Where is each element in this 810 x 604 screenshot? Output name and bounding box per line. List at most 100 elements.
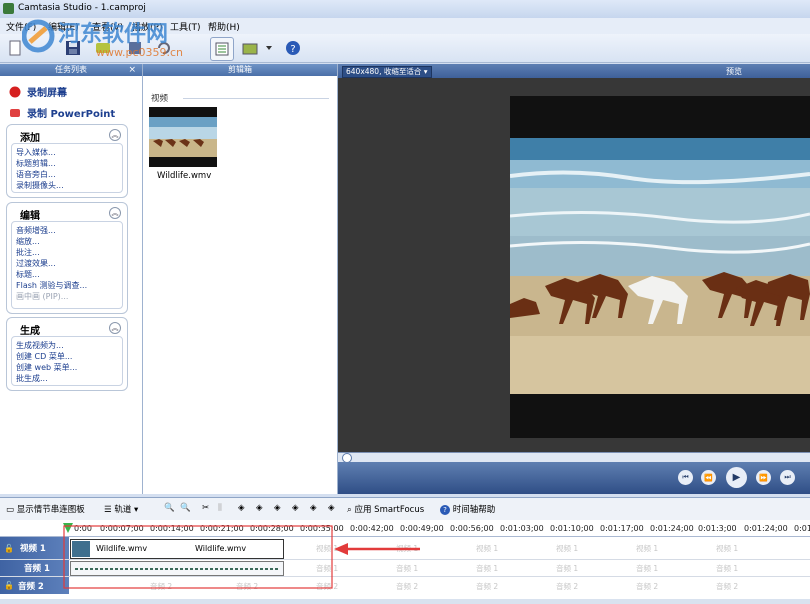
smartfocus-button[interactable]: ⌕ 应用 SmartFocus <box>347 503 424 515</box>
close-icon[interactable]: × <box>128 64 136 76</box>
voice-narration-link[interactable]: 语音旁白... <box>16 169 56 180</box>
menu-view[interactable]: 查看(V) <box>92 20 123 33</box>
storyboard-label: 显示情节串连图板 <box>16 505 85 515</box>
menu-file[interactable]: 文件(F) <box>6 20 36 33</box>
clip-name[interactable]: Wildlife.wmv <box>157 171 211 181</box>
timeline-help-label: 时间轴帮助 <box>452 505 496 515</box>
title-clip-link[interactable]: 标题剪辑... <box>16 158 56 169</box>
tracks-icon: ☰ <box>104 505 112 515</box>
task-list-title: 任务列表 <box>55 65 87 74</box>
section-divider <box>183 98 329 99</box>
callout-effect-icon[interactable]: ◈ <box>292 503 299 513</box>
collapse-icon[interactable]: ︽ <box>109 129 121 141</box>
play-icon[interactable]: ▶ <box>726 467 747 488</box>
zoom-in-icon[interactable]: 🔍 <box>164 503 175 513</box>
chevron-down-icon: ▾ <box>134 505 139 515</box>
record-red-icon <box>9 86 21 97</box>
title-bar: Camtasia Studio - 1.camproj <box>0 0 810 19</box>
clip-bin-title: 剪辑箱 <box>228 65 252 74</box>
task-list-header: 任务列表 × <box>0 64 142 76</box>
record-screen-link[interactable]: 录制屏幕 <box>9 84 67 99</box>
status-bar <box>0 599 810 604</box>
transitions-link[interactable]: 过渡效果... <box>16 258 56 269</box>
storyboard-button[interactable]: ▭ 显示情节串连图板 <box>6 503 85 515</box>
task-list-icon[interactable] <box>210 37 234 61</box>
edit-group-title: 编辑 <box>20 211 40 222</box>
undo-icon[interactable] <box>152 37 174 59</box>
tracks-label: 轨道 <box>114 505 132 515</box>
svg-text:?: ? <box>290 44 295 55</box>
preview-title: 预览 <box>726 67 742 76</box>
chevron-down-icon[interactable] <box>264 37 274 59</box>
zoom-out-icon[interactable]: 🔍 <box>180 503 191 513</box>
collapse-icon[interactable]: ︽ <box>109 207 121 219</box>
zoom-select[interactable]: 640x480, 收缩至适合 ▾ <box>342 66 432 78</box>
create-cd-menu-link[interactable]: 创建 CD 菜单... <box>16 351 72 362</box>
produce-group: 生成 ︽ 生成视频为... 创建 CD 菜单... 创建 web 菜单... 批… <box>6 317 128 391</box>
menu-edit[interactable]: 编辑(E) <box>48 20 79 33</box>
playback-controls: ⏮ ⏪ ▶ ⏩ ⏭ <box>338 462 810 494</box>
collapse-icon[interactable]: ︽ <box>109 322 121 334</box>
import-media-link[interactable]: 导入媒体... <box>16 147 56 158</box>
video-section-label: 视频 <box>151 94 169 104</box>
caption-effect-icon[interactable]: ◈ <box>310 503 317 513</box>
edit-group: 编辑 ︽ 音频增强... 缩放... 批注... 过渡效果... 标题... F… <box>6 202 128 314</box>
skip-end-icon[interactable]: ⏭ <box>780 470 795 485</box>
pip-link: 画中画 (PIP)... <box>16 292 69 301</box>
cut-icon[interactable]: ✂ <box>202 503 209 513</box>
task-list-panel: 任务列表 × 录制屏幕 录制 PowerPoint 添加 ︽ 导入媒体... 标… <box>0 64 143 494</box>
record-camera-link[interactable]: 录制摄像头... <box>16 180 64 191</box>
menu-play[interactable]: 播放(P) <box>132 20 162 33</box>
record-powerpoint-link[interactable]: 录制 PowerPoint <box>9 105 115 120</box>
preview-header: 640x480, 收缩至适合 ▾ 预览 <box>338 64 810 78</box>
help-icon: ? <box>440 505 450 515</box>
wildlife-thumbnail-icon <box>149 117 217 157</box>
timeline-help-button[interactable]: ? 时间轴帮助 <box>440 503 495 515</box>
zoom-link[interactable]: 缩放... <box>16 236 40 247</box>
save-icon[interactable] <box>62 37 84 59</box>
rewind-icon[interactable]: ⏪ <box>701 470 716 485</box>
quiz-effect-icon[interactable]: ◈ <box>328 503 335 513</box>
transition-effect-icon[interactable]: ◈ <box>274 503 281 513</box>
record-powerpoint-label: 录制 PowerPoint <box>27 109 116 120</box>
menu-tools[interactable]: 工具(T) <box>170 20 201 33</box>
powerpoint-icon <box>10 108 20 117</box>
storyboard-icon: ▭ <box>6 505 15 515</box>
chevron-down-icon: ▾ <box>423 67 428 76</box>
main-toolbar: ? <box>0 34 810 63</box>
skip-start-icon[interactable]: ⏮ <box>678 470 693 485</box>
zoom-effect-icon[interactable]: ◈ <box>238 503 245 513</box>
new-project-icon[interactable] <box>4 37 26 59</box>
app-icon <box>3 3 14 14</box>
record-icon[interactable] <box>92 37 114 59</box>
wildlife-video-frame-icon <box>509 96 810 438</box>
zoom-select-value: 640x480, 收缩至适合 <box>346 67 422 76</box>
split-icon[interactable]: ⫼ <box>218 503 222 513</box>
tracks-dropdown[interactable]: ☰ 轨道 ▾ <box>104 503 138 515</box>
fast-forward-icon[interactable]: ⏩ <box>756 470 771 485</box>
add-group: 添加 ︽ 导入媒体... 标题剪辑... 语音旁白... 录制摄像头... <box>6 124 128 198</box>
produce-icon[interactable] <box>124 37 146 59</box>
captions-link[interactable]: 标题... <box>16 269 40 280</box>
audio-enhance-link[interactable]: 音频增强... <box>16 225 56 236</box>
clip-bin-header: 剪辑箱 <box>143 64 337 76</box>
menu-help[interactable]: 帮助(H) <box>208 20 240 33</box>
video-frame[interactable] <box>509 96 810 438</box>
help-icon[interactable]: ? <box>282 37 304 59</box>
smartfocus-icon: ⌕ <box>347 505 352 515</box>
produce-group-title: 生成 <box>20 326 40 337</box>
preview-panel: 640x480, 收缩至适合 ▾ 预览 ⏮ ⏪ ▶ ⏩ ⏭ <box>338 64 810 494</box>
menu-bar: 文件(F) 编辑(E) 查看(V) 播放(P) 工具(T) 帮助(H) <box>0 18 810 34</box>
audio-effect-icon[interactable]: ◈ <box>256 503 263 513</box>
produce-video-link[interactable]: 生成视频为... <box>16 340 64 351</box>
create-web-menu-link[interactable]: 创建 web 菜单... <box>16 362 77 373</box>
clip-thumbnail[interactable] <box>149 107 217 167</box>
batch-produce-link[interactable]: 批生成... <box>16 373 48 384</box>
flash-quiz-link[interactable]: Flash 测验与调查... <box>16 280 87 291</box>
callouts-link[interactable]: 批注... <box>16 247 40 258</box>
window-title: Camtasia Studio - 1.camproj <box>18 3 146 13</box>
timeline-toolbar: ▭ 显示情节串连图板 ☰ 轨道 ▾ 🔍 🔍 ✂ ⫼ ◈ ◈ ◈ ◈ ◈ ◈ ⌕ … <box>0 497 810 521</box>
clip-bin-icon[interactable] <box>240 37 262 59</box>
clip-bin-panel: 剪辑箱 视频 Wildlife.wmv <box>143 64 338 494</box>
smartfocus-label: 应用 SmartFocus <box>354 505 425 515</box>
